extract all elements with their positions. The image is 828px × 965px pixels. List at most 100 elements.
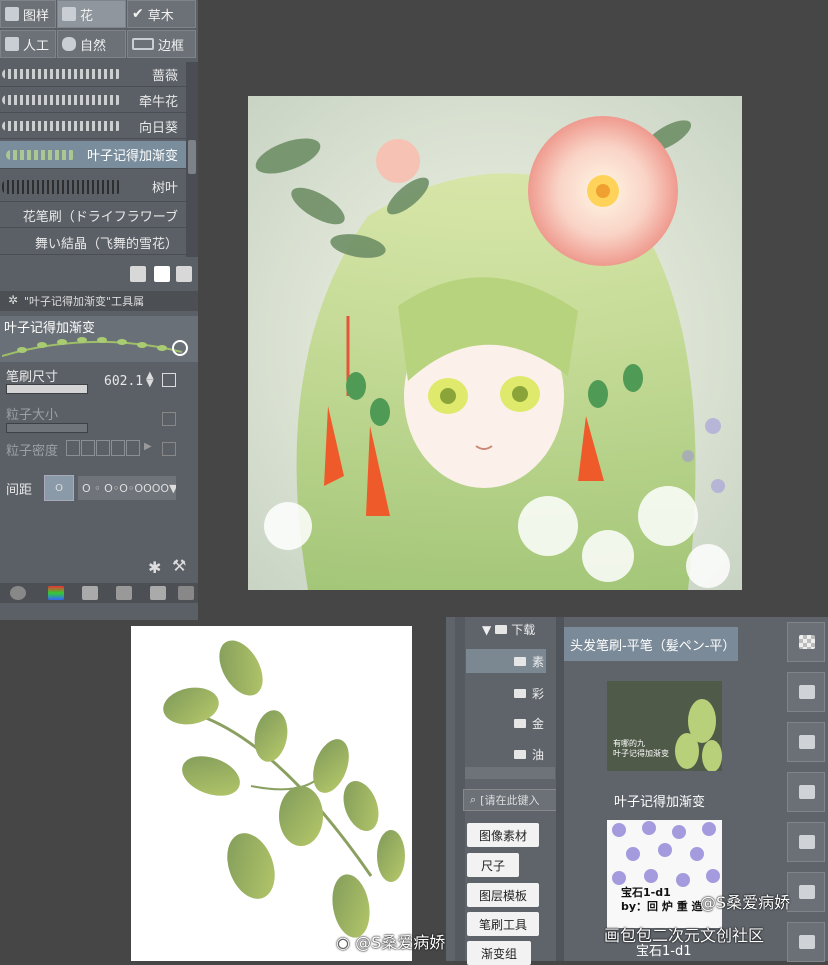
brush-stroke-preview [2,180,122,194]
folder-icon [514,688,526,698]
triangle-down-icon: ▼ [482,622,492,637]
watermark-center: ◉ @S桑爱病娇 [336,933,446,952]
gear-icon: ✲ [8,293,19,307]
tab-border[interactable]: 边框 [127,30,196,58]
spacing-label: 间距 [6,483,33,498]
checkbox-icon[interactable] [162,442,176,456]
tab-flower[interactable]: 花 [57,0,126,28]
grid-icon[interactable] [116,586,132,600]
trash-icon[interactable] [176,266,192,282]
density-segment[interactable] [96,440,110,456]
spacing-dropdown[interactable]: O ◦ O◦O◦OOOO ▼ [78,476,176,500]
folder-icon[interactable] [787,922,825,962]
tree-item-3[interactable]: 油 [466,742,546,766]
folder-icon [495,625,508,634]
brush-item-rose[interactable]: 蔷薇 [0,62,186,87]
brush-item-snow-crystal[interactable]: 舞い結晶（飞舞的雪花） [0,230,186,255]
checker-pattern-icon[interactable] [787,622,825,662]
brush-item-sunflower[interactable]: 向日葵 [0,114,186,139]
layer-icon[interactable] [82,586,98,600]
nav-icon[interactable] [178,586,194,600]
category-layer-template[interactable]: 图层模板 [467,883,539,907]
bottom-toolbar [0,583,198,603]
category-brush-tool[interactable]: 笔刷工具 [467,912,539,936]
particle-size-slider[interactable] [6,423,88,433]
density-segment[interactable] [66,440,80,456]
leaf-stroke-preview [2,337,182,357]
wrench-icon[interactable]: ⚒ [172,556,186,575]
new-icon[interactable] [154,266,170,282]
sub-tool-panel: 图样 花 ✔ 草木 人工 自然 边框 蔷薇 牵牛花 向日葵 叶子记得加渐变 树叶 [0,0,198,620]
weibo-icon: ◉ [336,933,350,952]
tab-nature[interactable]: 自然 [57,30,126,58]
brush-stroke-preview [6,150,76,160]
tab-artificial[interactable]: 人工 [0,30,56,58]
brush-stroke-preview [2,69,122,79]
checkbox-icon[interactable] [162,412,176,426]
edit-icon[interactable] [787,822,825,862]
leaf-sprig-illustration [163,640,405,938]
watermark-right-top: @S桑爱病娇 [700,893,791,912]
material-name-leaf: 叶子记得加渐变 [614,795,706,810]
folder-icon [514,656,526,666]
settings-icon[interactable]: ✱ [148,558,161,577]
spinner-icon[interactable]: ▲ ▼ [146,371,154,389]
check-icon: ✔ [132,6,144,22]
tree-item-1[interactable]: 彩 [466,681,546,705]
brush-preview: 叶子记得加渐变 [0,316,198,362]
tree-h-scrollbar[interactable] [465,767,555,779]
layer-stack-icon[interactable] [787,672,825,712]
brush-item-leaf-gradient[interactable]: 叶子记得加渐变 [0,141,186,169]
brush-item-tree-leaves[interactable]: 树叶 [0,172,186,202]
search-icon: ⌕ [470,793,477,806]
spacing-selected[interactable]: O [44,475,74,501]
grid-layer-icon[interactable] [787,722,825,762]
brush-item-morning-glory[interactable]: 牵牛花 [0,88,186,113]
density-segment[interactable] [111,440,125,456]
search-input[interactable]: ⌕ [请在此键入 [463,789,557,811]
download-icon[interactable] [787,872,825,912]
tree-item-2[interactable]: 金 [466,711,546,735]
particle-density-label: 粒子密度 [6,444,59,459]
tree-root[interactable]: ▼ 下载 [482,621,535,638]
tool-property-header: ✲ "叶子记得加渐变"工具属 [0,291,198,311]
material-item-selected[interactable]: 头发笔刷-平笔（髪ペン-平） [564,627,738,661]
play-icon[interactable]: ▶ [144,441,152,452]
brush-stroke-preview [2,121,122,131]
folder-icon [514,749,526,759]
wrench-icon [5,37,19,51]
category-gradient-set[interactable]: 渐变组 [467,941,531,965]
checkbox-icon[interactable] [162,373,176,387]
density-segment[interactable] [126,440,140,456]
copy-icon[interactable] [130,266,146,282]
chevron-down-icon: ▼ [169,481,176,495]
folder-icon[interactable] [150,586,166,600]
tree-item-0[interactable]: 素 [466,649,546,673]
artwork-canvas[interactable] [248,96,742,590]
folder-icon [514,718,526,728]
magnifier-icon[interactable] [172,340,188,356]
tab-plants[interactable]: ✔ 草木 [127,0,196,28]
tab-pattern[interactable]: 图样 [0,0,56,28]
brush-list-scrollbar[interactable] [186,62,198,257]
flower-icon [62,7,76,21]
category-image-material[interactable]: 图像素材 [467,823,539,847]
brush-size-slider[interactable] [6,384,88,394]
pattern-icon [5,7,19,21]
panel-divider [556,617,564,961]
brush-size-label: 笔刷尺寸 [6,370,59,385]
brush-item-dry-flower[interactable]: 花笔刷（ドライフラワーブ [0,203,186,228]
rock-icon [62,37,76,51]
brush-stroke-preview [2,95,122,105]
category-ruler[interactable]: 尺子 [467,853,519,877]
sphere-icon[interactable] [10,586,26,600]
anime-girl-illustration [248,96,742,590]
density-segment[interactable] [81,440,95,456]
leaf-brush-sample [131,626,412,961]
border-icon [132,38,154,50]
brush-size-value[interactable]: 602.1 [104,374,143,389]
image-icon[interactable] [787,772,825,812]
material-thumbnail-leaf[interactable]: 有哪的九 叶子记得加渐变 [607,681,722,771]
watermark-right-bottom: 画包包二次元文创社区 [604,926,765,945]
color-icon[interactable] [48,586,64,600]
